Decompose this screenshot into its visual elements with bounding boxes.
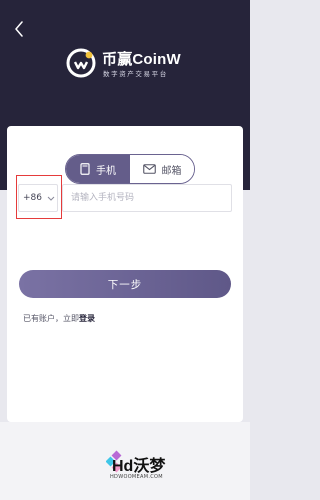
watermark-subtext: HDWOOMEAM.COM [110, 474, 163, 480]
login-card: 手机 邮箱 +86 下一步 已有账户，立即登录 [7, 126, 243, 422]
tab-phone-label: 手机 [96, 165, 116, 177]
chevron-down-icon [47, 196, 55, 201]
country-code-value: +86 [23, 193, 42, 203]
country-code-select[interactable]: +86 [18, 184, 58, 212]
login-prompt: 已有账户，立即登录 [23, 313, 95, 324]
brand-logo: 币赢CoinW 数字资产交易平台 [66, 46, 196, 82]
login-link[interactable]: 登录 [79, 314, 95, 323]
brand-tagline: 数字资产交易平台 [103, 70, 168, 78]
tab-phone[interactable]: 手机 [66, 155, 130, 183]
envelope-icon [142, 164, 156, 174]
next-step-button[interactable]: 下一步 [19, 270, 231, 298]
account-prompt-text: 已有账户，立即 [23, 314, 79, 323]
phone-number-input[interactable] [62, 184, 232, 212]
coinw-logo-icon [66, 48, 96, 78]
back-button[interactable] [11, 18, 27, 40]
watermark-text: Hd沃梦 [112, 458, 166, 475]
tab-email-label: 邮箱 [161, 165, 182, 177]
tab-email[interactable]: 邮箱 [130, 155, 194, 183]
phone-number-row: +86 [16, 175, 232, 219]
brand-name: 币赢CoinW [102, 51, 181, 68]
phone-icon [80, 163, 90, 175]
login-mode-switch: 手机 邮箱 [65, 154, 195, 184]
chevron-left-icon [15, 21, 23, 37]
watermark-logo: Hd沃梦 HDWOOMEAM.COM [84, 446, 168, 486]
